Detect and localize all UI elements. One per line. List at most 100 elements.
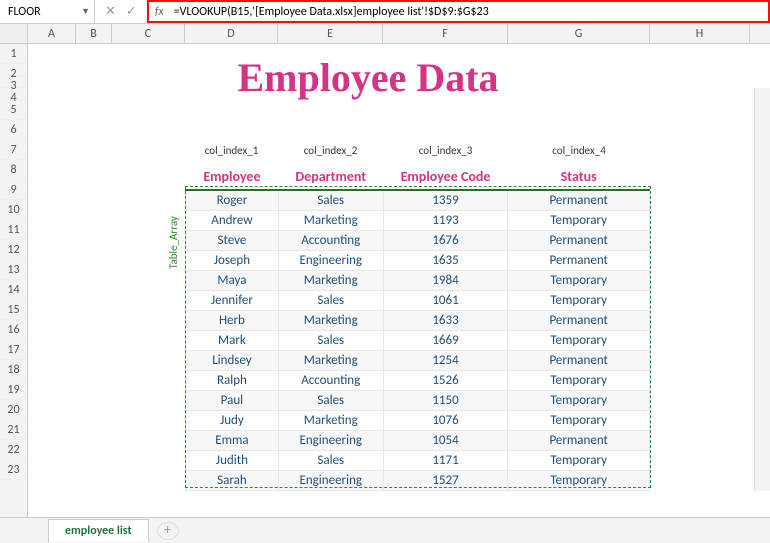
fx-icon[interactable]: fx [155,5,164,19]
cell-emp[interactable]: Jennifer [186,290,279,310]
cell-status[interactable]: Temporary [508,450,650,470]
row-header-1[interactable]: 1 [0,44,27,64]
table-row[interactable]: RalphAccounting1526Temporary [186,370,650,390]
cell-dept[interactable]: Marketing [278,310,383,330]
row-header-10[interactable]: 10 [0,200,27,220]
cell-status[interactable]: Permanent [508,190,650,210]
row-header-2[interactable]: 2 [0,64,27,76]
row-header-7[interactable]: 7 [0,140,27,160]
row-header-21[interactable]: 21 [0,420,27,440]
table-row[interactable]: RogerSales1359Permanent [186,190,650,210]
col-header-F[interactable]: F [383,24,508,43]
cell-emp[interactable]: Judy [186,410,279,430]
row-header-18[interactable]: 18 [0,360,27,380]
cell-code[interactable]: 1076 [383,410,508,430]
chevron-down-icon[interactable]: ▼ [81,6,90,17]
table-row[interactable]: AndrewMarketing1193Temporary [186,210,650,230]
col-header-D[interactable]: D [185,24,278,43]
formula-input[interactable]: =VLOOKUP(B15,'[Employee Data.xlsx]employ… [174,5,489,19]
col-header-H[interactable]: H [650,24,750,43]
cell-code[interactable]: 1527 [383,470,508,490]
add-sheet-button[interactable]: + [157,522,179,540]
th-employee[interactable]: Employee [186,164,279,190]
row-header-17[interactable]: 17 [0,340,27,360]
cell-status[interactable]: Temporary [508,390,650,410]
cell-emp[interactable]: Ralph [186,370,279,390]
cell-dept[interactable]: Accounting [278,370,383,390]
th-employee-code[interactable]: Employee Code [383,164,508,190]
cell-dept[interactable]: Sales [278,450,383,470]
cell-emp[interactable]: Judith [186,450,279,470]
row-header-22[interactable]: 22 [0,440,27,460]
row-header-20[interactable]: 20 [0,400,27,420]
row-header-19[interactable]: 19 [0,380,27,400]
cell-emp[interactable]: Paul [186,390,279,410]
cell-status[interactable]: Permanent [508,350,650,370]
table-row[interactable]: JudyMarketing1076Temporary [186,410,650,430]
row-header-23[interactable]: 23 [0,460,27,480]
cell-dept[interactable]: Engineering [278,250,383,270]
th-status[interactable]: Status [508,164,650,190]
cell-code[interactable]: 1150 [383,390,508,410]
cell-status[interactable]: Temporary [508,330,650,350]
cell-code[interactable]: 1669 [383,330,508,350]
cell-status[interactable]: Permanent [508,310,650,330]
table-row[interactable]: SteveAccounting1676Permanent [186,230,650,250]
cell-dept[interactable]: Marketing [278,210,383,230]
table-row[interactable]: EmmaEngineering1054Permanent [186,430,650,450]
row-header-12[interactable]: 12 [0,240,27,260]
row-header-13[interactable]: 13 [0,260,27,280]
confirm-icon[interactable]: ✓ [126,4,137,19]
row-header-9[interactable]: 9 [0,180,27,200]
row-header-8[interactable]: 8 [0,160,27,180]
table-row[interactable]: LindseyMarketing1254Permanent [186,350,650,370]
cell-code[interactable]: 1254 [383,350,508,370]
row-header-15[interactable]: 15 [0,300,27,320]
cell-emp[interactable]: Roger [186,190,279,210]
cell-dept[interactable]: Sales [278,330,383,350]
cell-dept[interactable]: Sales [278,390,383,410]
cell-status[interactable]: Temporary [508,470,650,490]
cell-emp[interactable]: Steve [186,230,279,250]
cell-status[interactable]: Temporary [508,410,650,430]
cell-code[interactable]: 1061 [383,290,508,310]
cell-dept[interactable]: Engineering [278,430,383,450]
table-row[interactable]: JosephEngineering1635Permanent [186,250,650,270]
th-department[interactable]: Department [278,164,383,190]
cell-code[interactable]: 1676 [383,230,508,250]
cell-code[interactable]: 1193 [383,210,508,230]
cell-status[interactable]: Permanent [508,230,650,250]
cell-dept[interactable]: Sales [278,190,383,210]
cell-code[interactable]: 1635 [383,250,508,270]
col-header-B[interactable]: B [76,24,112,43]
cell-emp[interactable]: Maya [186,270,279,290]
row-header-3[interactable]: 3 [0,76,27,88]
row-header-6[interactable]: 6 [0,120,27,140]
cell-dept[interactable]: Marketing [278,410,383,430]
col-header-A[interactable]: A [28,24,76,43]
cell-emp[interactable]: Emma [186,430,279,450]
table-row[interactable]: HerbMarketing1633Permanent [186,310,650,330]
worksheet-canvas[interactable]: Employee Data col_index_1 col_index_2 co… [28,44,770,517]
cell-code[interactable]: 1984 [383,270,508,290]
col-header-E[interactable]: E [278,24,383,43]
cell-emp[interactable]: Mark [186,330,279,350]
cell-code[interactable]: 1171 [383,450,508,470]
cell-status[interactable]: Temporary [508,370,650,390]
cell-status[interactable]: Permanent [508,430,650,450]
cell-dept[interactable]: Sales [278,290,383,310]
vertical-scrollbar[interactable] [754,88,770,491]
cell-code[interactable]: 1359 [383,190,508,210]
cell-emp[interactable]: Joseph [186,250,279,270]
cancel-icon[interactable]: ✕ [105,4,116,19]
name-box[interactable]: FLOOR ▼ [0,0,95,23]
table-row[interactable]: SarahEngineering1527Temporary [186,470,650,490]
cell-code[interactable]: 1526 [383,370,508,390]
cell-dept[interactable]: Marketing [278,270,383,290]
table-row[interactable]: JenniferSales1061Temporary [186,290,650,310]
cell-dept[interactable]: Marketing [278,350,383,370]
cell-code[interactable]: 1633 [383,310,508,330]
table-row[interactable]: MarkSales1669Temporary [186,330,650,350]
sheet-tab-active[interactable]: employee list [48,519,149,542]
cell-emp[interactable]: Herb [186,310,279,330]
